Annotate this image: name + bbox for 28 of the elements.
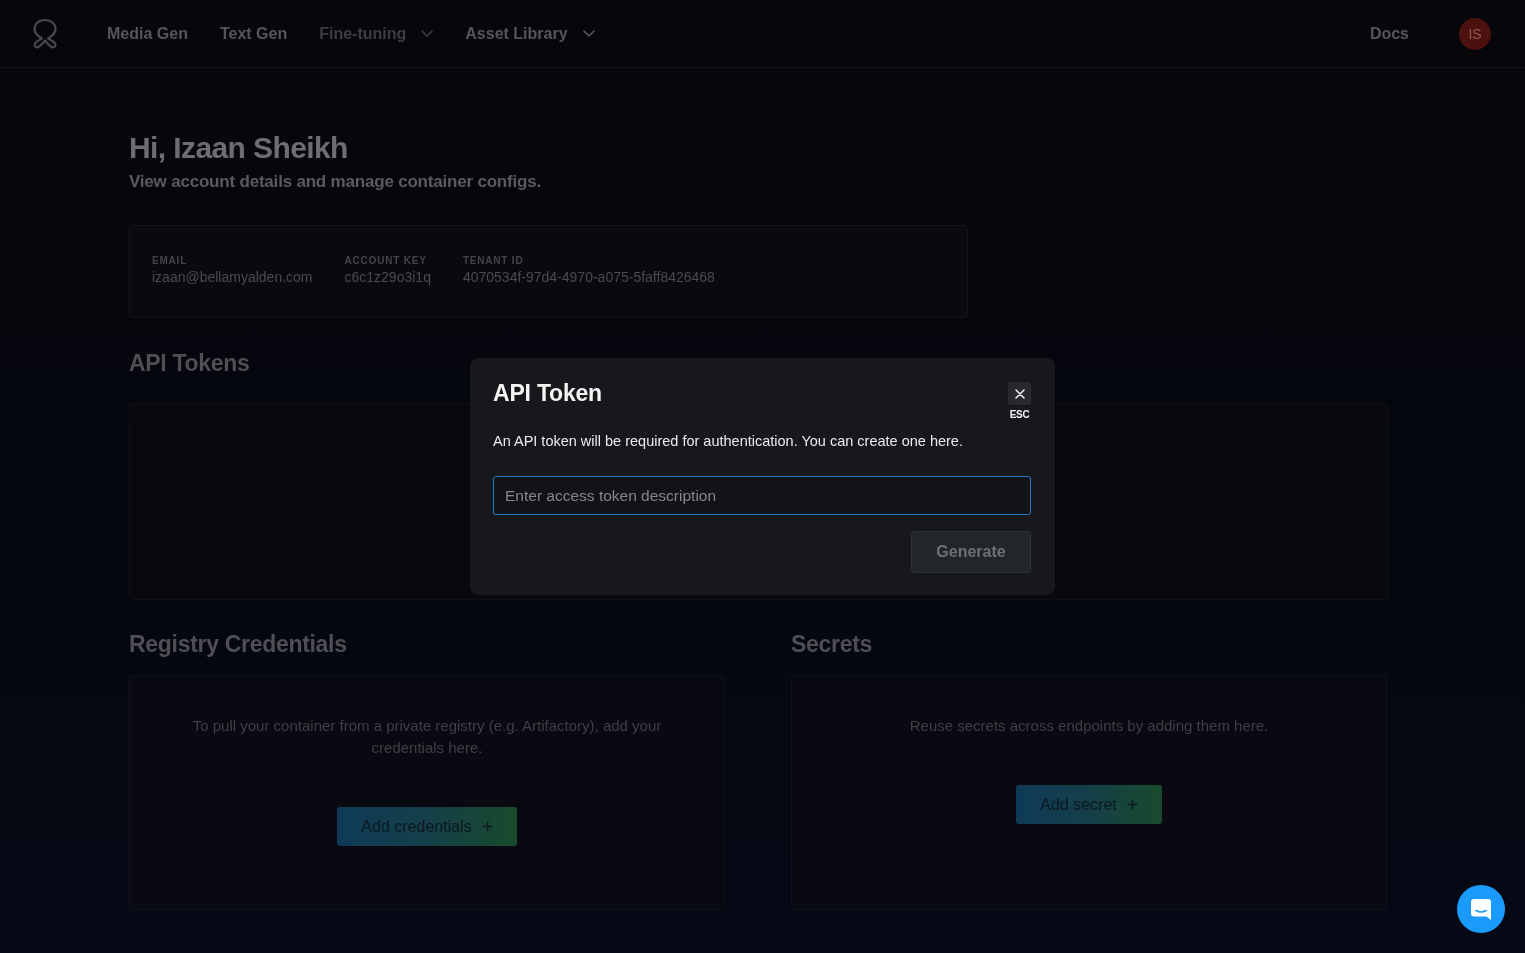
token-description-field[interactable]: Enter access token description bbox=[493, 476, 1031, 515]
plus-icon bbox=[481, 821, 493, 832]
chevron-down-icon bbox=[421, 30, 434, 37]
close-button[interactable] bbox=[1008, 382, 1031, 405]
plus-icon bbox=[1126, 799, 1138, 810]
field-label: ACCOUNT KEY bbox=[344, 254, 427, 267]
nav-link[interactable]: Media Gen bbox=[107, 24, 188, 43]
field-label: TENANT ID bbox=[462, 254, 524, 267]
chevron-down-icon bbox=[582, 30, 595, 37]
chat-button[interactable] bbox=[1457, 885, 1505, 933]
section-heading: Registry Credentials bbox=[129, 630, 347, 658]
field-value: c6c1z29o3i1q bbox=[344, 268, 431, 286]
nav-link[interactable]: Asset Library bbox=[465, 24, 595, 43]
field-value: izaan@bellamyalden.com bbox=[152, 268, 313, 286]
close-icon bbox=[1014, 388, 1025, 399]
modal-description: An API token will be required for authentication. You can create one here. bbox=[493, 432, 964, 451]
field-label: EMAIL bbox=[152, 254, 188, 267]
docs-link[interactable]: Docs bbox=[1369, 24, 1409, 43]
chat-icon bbox=[1470, 897, 1492, 921]
shortcut-hint: ESC bbox=[1009, 409, 1030, 421]
avatar-button[interactable]: IS bbox=[1459, 17, 1491, 50]
field-value: 4070534f-97d4-4970-a075-5faff8426468 bbox=[462, 268, 715, 286]
nav-link[interactable]: Text Gen bbox=[219, 24, 288, 43]
modal-title: API Token bbox=[493, 379, 602, 407]
greeting-heading: Hi, Izaan Sheikh bbox=[129, 130, 348, 166]
section-heading: API Tokens bbox=[129, 349, 250, 377]
section-heading: Secrets bbox=[791, 630, 873, 658]
subtitle-text: View account details and manage container configs. bbox=[129, 171, 541, 193]
